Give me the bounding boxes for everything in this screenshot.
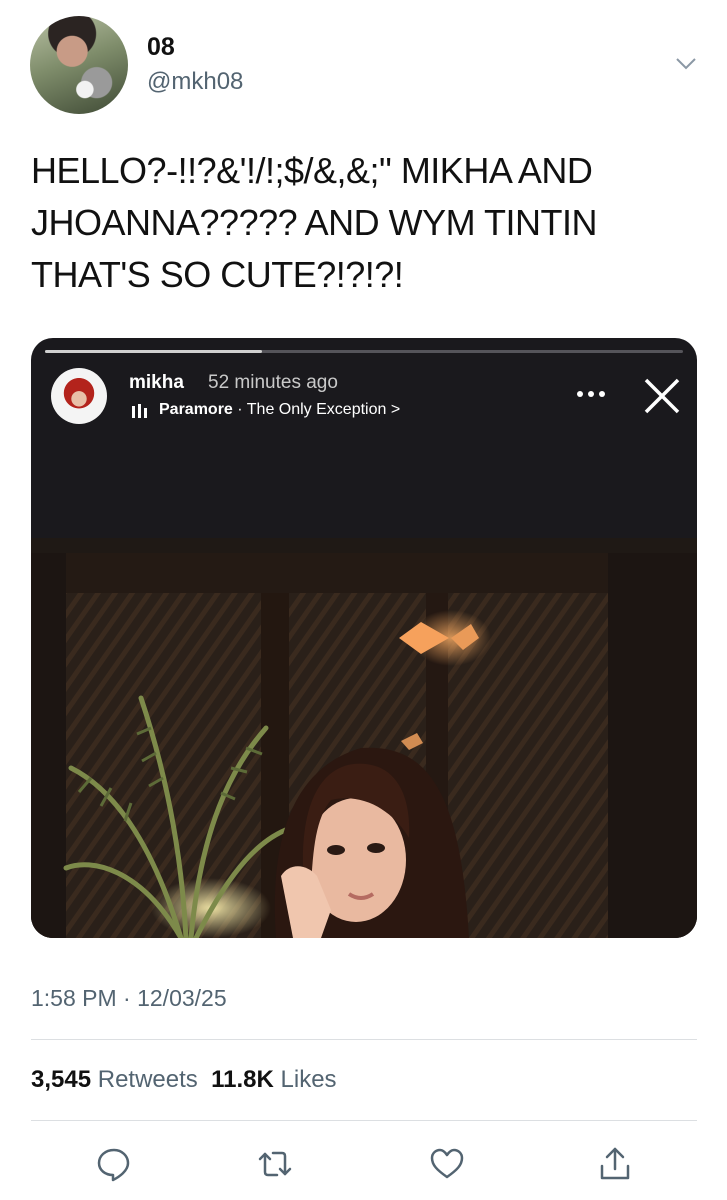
story-progress-bar	[45, 350, 683, 353]
like-heart-icon[interactable]	[429, 1146, 465, 1182]
avatar[interactable]	[30, 16, 128, 114]
chevron-down-icon[interactable]	[675, 52, 697, 74]
story-progress-fill	[45, 350, 262, 353]
retweet-label[interactable]: Retweets	[98, 1066, 198, 1093]
story-photo	[31, 538, 697, 938]
close-icon	[644, 378, 680, 414]
tweet-timestamp[interactable]: 1:58 PM · 12/03/25	[31, 985, 227, 1012]
story-avatar	[51, 368, 107, 424]
divider	[31, 1039, 697, 1040]
share-icon[interactable]	[597, 1146, 633, 1182]
story-username: mikha	[129, 372, 184, 393]
retweet-icon[interactable]	[257, 1146, 293, 1182]
display-name[interactable]: 08	[147, 33, 175, 62]
divider	[31, 1120, 697, 1121]
music-separator: ·	[232, 401, 247, 418]
story-screenshot: mikha 52 minutes ago Paramore · The Only…	[31, 338, 697, 938]
reply-icon[interactable]	[96, 1146, 132, 1182]
like-label[interactable]: Likes	[281, 1066, 337, 1093]
tweet-stats: 3,545 Retweets 11.8K Likes	[31, 1066, 337, 1094]
user-handle[interactable]: @mkh08	[147, 68, 243, 96]
music-arrow: >	[386, 401, 401, 418]
story-music: Paramore · The Only Exception >	[159, 401, 400, 419]
tweet-text: HELLO?-!!?&'!/!;$/&,&;" MIKHA AND JHOANN…	[31, 150, 597, 295]
music-song: The Only Exception	[246, 401, 387, 418]
photo-illustration	[31, 538, 697, 938]
retweet-count[interactable]: 3,545	[31, 1066, 91, 1093]
more-dots-icon	[577, 391, 605, 397]
music-artist: Paramore	[159, 401, 233, 418]
story-time: 52 minutes ago	[208, 372, 338, 393]
music-bars-icon	[132, 404, 147, 418]
like-count[interactable]: 11.8K	[211, 1066, 274, 1093]
